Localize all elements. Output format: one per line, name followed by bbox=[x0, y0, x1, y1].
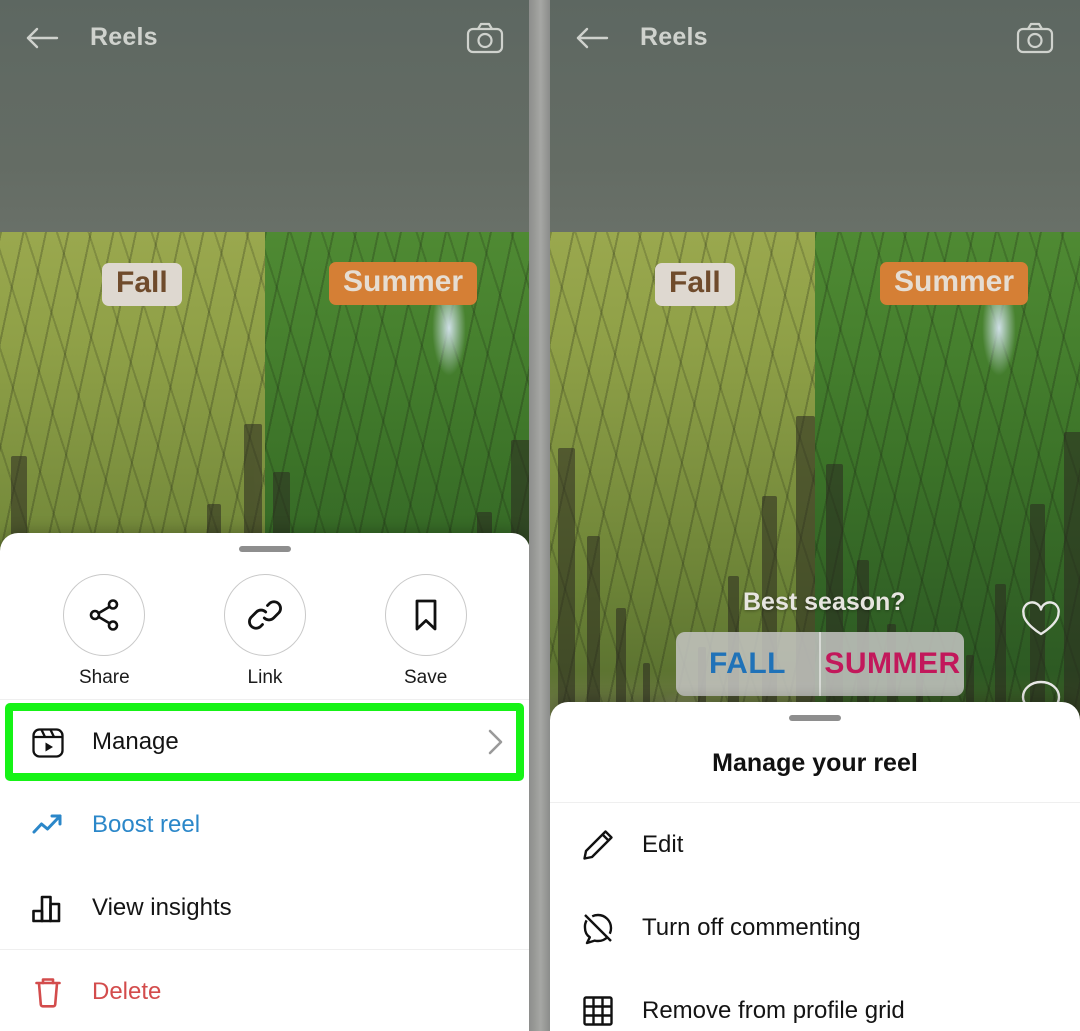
page-title: Reels bbox=[640, 23, 708, 51]
menu-item-boost-reel[interactable]: Boost reel bbox=[0, 783, 530, 866]
poll-sticker[interactable]: FALL SUMMER bbox=[676, 632, 964, 696]
menu-item-manage-label: Manage bbox=[92, 727, 179, 755]
menu-item-edit-label: Edit bbox=[642, 830, 684, 858]
left-phone-screen: Reels Fall Summer Share Link Save Manage… bbox=[0, 0, 530, 1031]
manage-bottom-sheet: Manage your reel Edit Turn off commentin… bbox=[550, 702, 1080, 1031]
menu-item-edit[interactable]: Edit bbox=[550, 803, 1080, 886]
like-button[interactable] bbox=[1018, 596, 1064, 642]
reels-icon bbox=[26, 725, 70, 759]
share-icon-circle bbox=[63, 574, 146, 656]
link-label: Link bbox=[247, 667, 283, 688]
grid-icon bbox=[576, 995, 620, 1027]
app-header: Reels bbox=[550, 0, 1080, 75]
link-icon-circle bbox=[223, 574, 306, 656]
app-header: Reels bbox=[0, 0, 530, 75]
menu-item-remove-from-profile-grid-label: Remove from profile grid bbox=[642, 996, 905, 1024]
poll-option-summer[interactable]: SUMMER bbox=[821, 632, 964, 696]
menu-item-turn-off-commenting[interactable]: Turn off commenting bbox=[550, 886, 1080, 969]
quick-actions-row: Share Link Save bbox=[0, 552, 530, 699]
link-action[interactable]: Link bbox=[210, 574, 320, 689]
back-arrow-icon[interactable] bbox=[572, 18, 612, 58]
menu-item-view-insights-label: View insights bbox=[92, 893, 232, 921]
menu-item-view-insights[interactable]: View insights bbox=[0, 866, 530, 949]
menu-item-delete[interactable]: Delete bbox=[0, 950, 530, 1031]
share-bottom-sheet: Share Link Save Manage Boost reel View i… bbox=[0, 533, 530, 1031]
panel-divider bbox=[529, 0, 550, 1031]
menu-item-remove-from-profile-grid[interactable]: Remove from profile grid bbox=[550, 969, 1080, 1031]
bookmark-icon-circle bbox=[384, 574, 467, 656]
trending-up-icon bbox=[26, 810, 70, 840]
menu-item-delete-label: Delete bbox=[92, 977, 162, 1005]
season-badge-fall: Fall bbox=[102, 263, 182, 306]
save-action[interactable]: Save bbox=[371, 574, 481, 689]
pencil-icon bbox=[576, 828, 620, 862]
menu-item-manage[interactable]: Manage bbox=[0, 700, 530, 783]
menu-item-turn-off-commenting-label: Turn off commenting bbox=[642, 913, 861, 941]
season-badge-fall: Fall bbox=[655, 263, 735, 306]
save-label: Save bbox=[403, 667, 448, 688]
camera-icon[interactable] bbox=[464, 17, 506, 59]
comment-off-icon bbox=[576, 911, 620, 945]
menu-item-boost-reel-label: Boost reel bbox=[92, 810, 201, 838]
manage-sheet-title: Manage your reel bbox=[712, 749, 918, 777]
chevron-right-icon bbox=[487, 728, 504, 756]
page-title: Reels bbox=[90, 23, 158, 51]
share-label: Share bbox=[78, 667, 130, 688]
share-action[interactable]: Share bbox=[49, 574, 159, 689]
trash-icon bbox=[26, 975, 70, 1009]
bar-chart-icon bbox=[26, 892, 70, 924]
back-arrow-icon[interactable] bbox=[22, 18, 62, 58]
season-badge-summer: Summer bbox=[880, 262, 1029, 305]
right-phone-screen: Reels Fall Summer Best season? FALL SUMM… bbox=[550, 0, 1080, 1031]
poll-question: Best season? bbox=[743, 588, 906, 616]
season-badge-summer: Summer bbox=[329, 262, 478, 305]
screenshot-comparison: Reels Fall Summer Share Link Save Manage… bbox=[0, 0, 1080, 1031]
camera-icon[interactable] bbox=[1014, 17, 1056, 59]
poll-option-fall[interactable]: FALL bbox=[676, 632, 819, 696]
